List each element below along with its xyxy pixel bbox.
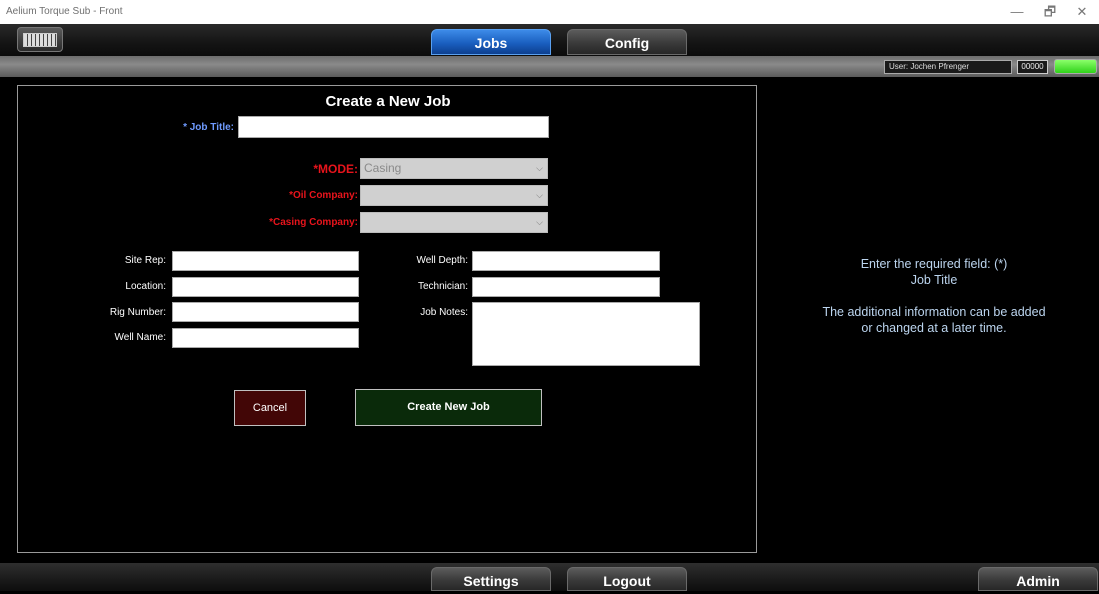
help-text-line2: Job Title [910, 273, 958, 287]
help-text-line3: The additional information can be added [822, 305, 1046, 319]
page-title: Create a New Job [325, 93, 451, 110]
oil-company-select[interactable]: ⌵ [360, 185, 548, 206]
chevron-down-icon: ⌵ [536, 163, 543, 173]
location-input[interactable] [172, 277, 359, 297]
oil-company-label: *Oil Company: [289, 190, 358, 201]
settings-button[interactable]: Settings [431, 567, 551, 591]
create-job-panel: Create a New Job * Job Title: *MODE: Cas… [17, 85, 757, 553]
rig-number-label: Rig Number: [109, 307, 166, 318]
technician-input[interactable] [472, 277, 660, 297]
job-notes-label: Job Notes: [420, 307, 468, 318]
top-toolbar: Jobs Config [0, 24, 1099, 56]
status-indicator [1054, 59, 1097, 74]
counter-display: 00000 [1017, 60, 1048, 74]
casing-company-label: *Casing Company: [269, 217, 358, 228]
tab-jobs[interactable]: Jobs [431, 29, 551, 55]
location-label: Location: [125, 281, 166, 292]
chevron-down-icon: ⌵ [536, 190, 543, 200]
job-title-label: * Job Title: [183, 122, 234, 133]
admin-button[interactable]: Admin [978, 567, 1098, 591]
restore-icon[interactable]: 🗗 [1036, 2, 1064, 22]
mode-select-value: Casing [364, 161, 402, 175]
mode-select[interactable]: Casing ⌵ [360, 158, 548, 179]
well-name-label: Well Name: [114, 332, 167, 343]
job-notes-textarea[interactable] [472, 302, 700, 366]
chevron-down-icon: ⌵ [536, 217, 543, 227]
window-title: Aelium Torque Sub - Front [6, 6, 123, 17]
logout-button[interactable]: Logout [567, 567, 687, 591]
job-title-input[interactable] [238, 116, 549, 138]
well-name-input[interactable] [172, 328, 359, 348]
rig-number-input[interactable] [172, 302, 359, 322]
mode-label: *MODE: [313, 162, 358, 176]
site-rep-label: Site Rep: [124, 255, 166, 266]
well-depth-label: Well Depth: [416, 255, 468, 266]
create-new-job-button[interactable]: Create New Job [355, 389, 542, 426]
window-titlebar: Aelium Torque Sub - Front — 🗗 ✕ [0, 0, 1099, 24]
tab-config[interactable]: Config [567, 29, 687, 55]
close-icon[interactable]: ✕ [1068, 2, 1096, 22]
help-text: Enter the required field: (*) Job Title … [770, 256, 1098, 336]
user-display: User: Jochen Pfrenger [884, 60, 1012, 74]
minimize-icon[interactable]: — [1003, 2, 1031, 22]
keyboard-icon [23, 33, 57, 47]
keyboard-button[interactable] [17, 27, 63, 52]
well-depth-input[interactable] [472, 251, 660, 271]
help-text-line4: or changed at a later time. [861, 321, 1007, 335]
technician-label: Technician: [417, 281, 468, 292]
casing-company-select[interactable]: ⌵ [360, 212, 548, 233]
bottom-toolbar: Settings Logout Admin [0, 563, 1099, 591]
site-rep-input[interactable] [172, 251, 359, 271]
help-text-line1: Enter the required field: (*) [860, 257, 1008, 271]
cancel-button[interactable]: Cancel [234, 390, 306, 426]
status-bar: User: Jochen Pfrenger 00000 [0, 56, 1099, 77]
